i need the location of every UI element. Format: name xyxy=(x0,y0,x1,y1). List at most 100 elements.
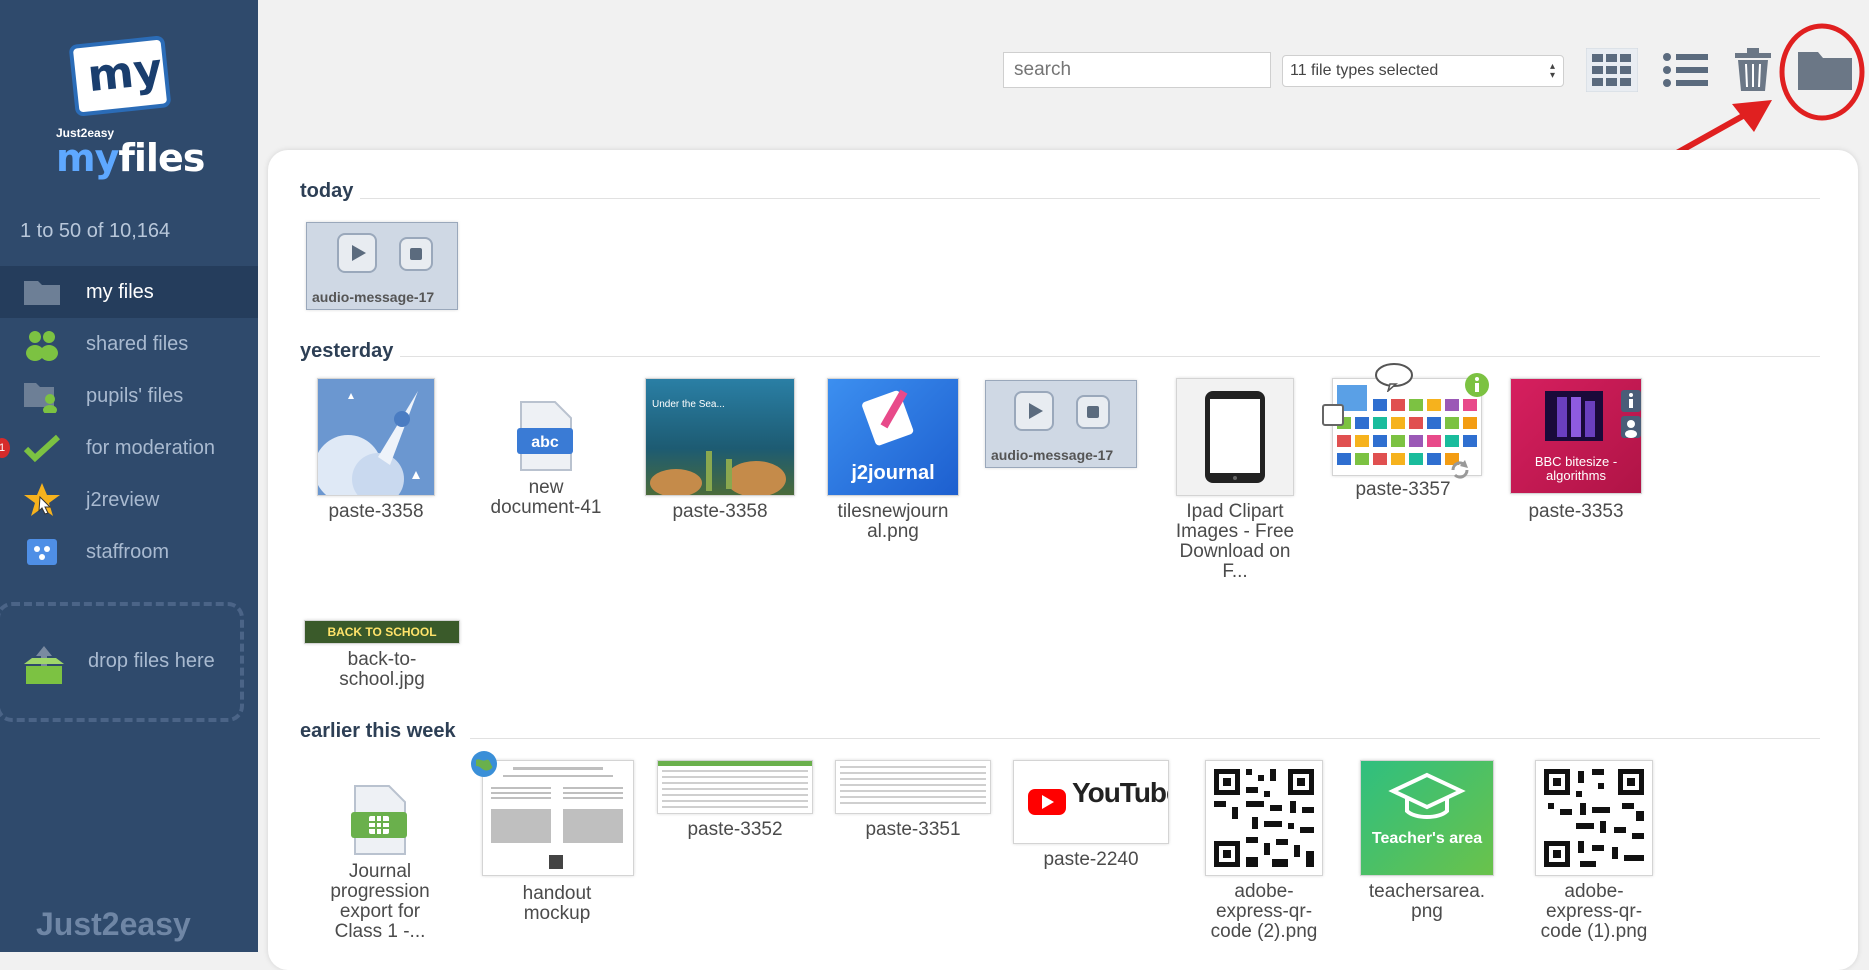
file-item[interactable]: Teacher's area teachersarea. png xyxy=(1352,760,1502,922)
file-name-line: png xyxy=(1411,901,1443,922)
file-name: paste-3358 xyxy=(672,501,768,522)
file-name: paste-2240 xyxy=(1043,849,1139,870)
handout-thumbnail xyxy=(482,760,634,876)
file-name: paste-3351 xyxy=(865,819,961,840)
shared-users-icon[interactable] xyxy=(1621,416,1641,443)
file-name: paste-3353 xyxy=(1528,501,1624,522)
file-name: handout mockup xyxy=(480,884,634,924)
file-item[interactable]: handout mockup xyxy=(471,751,634,924)
play-icon xyxy=(1014,391,1054,431)
file-name: audio-message-17 xyxy=(312,289,435,305)
file-name: Journal progression export for Class 1 -... xyxy=(312,862,448,942)
section-divider xyxy=(360,198,1820,199)
back-to-school-thumbnail: BACK TO SCHOOL xyxy=(304,620,460,644)
export-document-icon xyxy=(347,784,413,856)
file-name-line: code (1).png xyxy=(1540,921,1648,942)
file-name-line: Ipad Clipart xyxy=(1186,501,1284,522)
file-name: adobe-express-qr-code (1).png xyxy=(1526,882,1662,942)
underwater-thumbnail: Under the Sea... xyxy=(645,378,795,496)
file-item[interactable]: Under the Sea... paste-3358 xyxy=(644,378,796,522)
file-item[interactable]: paste-3358 xyxy=(310,378,442,522)
doc-badge-text: abc xyxy=(531,434,559,451)
audio-thumbnail: audio-message-17 xyxy=(985,380,1137,468)
refresh-icon[interactable] xyxy=(1448,458,1472,487)
section-divider xyxy=(400,356,1820,357)
file-name-line: progression xyxy=(330,881,430,902)
section-yesterday: yesterday xyxy=(300,340,394,362)
info-icon[interactable] xyxy=(1464,372,1490,403)
file-item[interactable]: j2journal tilesnewjourn al.png xyxy=(818,378,968,542)
youtube-thumbnail: YouTube xyxy=(1013,760,1169,844)
file-name: paste-3352 xyxy=(687,819,783,840)
file-name: paste-3358 xyxy=(328,501,424,522)
file-name: adobe-express-qr-code (2).png xyxy=(1196,882,1332,942)
file-thumb-wrapper xyxy=(471,751,634,878)
file-name-line: express-qr- xyxy=(1215,901,1313,922)
file-thumb-wrapper xyxy=(1322,362,1489,479)
globe-icon[interactable] xyxy=(470,750,498,783)
file-name-line: new xyxy=(528,477,564,498)
stop-icon xyxy=(399,237,433,271)
file-name-line: adobe- xyxy=(1234,881,1294,902)
teachers-area-thumbnail: Teacher's area xyxy=(1360,760,1494,876)
file-name-line: al.png xyxy=(867,521,919,542)
thumbnail-caption: YouTube xyxy=(1072,777,1168,808)
info-icon[interactable] xyxy=(1621,390,1641,417)
file-name-line: F... xyxy=(1222,561,1248,582)
qr-code-thumbnail xyxy=(1205,760,1323,876)
file-name-line: tilesnewjourn xyxy=(837,501,949,522)
file-name-line: mockup xyxy=(523,903,591,924)
play-icon xyxy=(337,233,377,273)
file-name-line: Images - Free xyxy=(1175,521,1295,542)
file-item[interactable]: paste-3351 xyxy=(834,760,992,840)
file-item[interactable]: adobe-express-qr-code (2).png xyxy=(1196,760,1332,942)
file-item[interactable]: audio-message-17 xyxy=(984,380,1138,468)
file-item[interactable]: paste-3352 xyxy=(656,760,814,840)
comment-bubble-icon[interactable] xyxy=(1374,362,1414,397)
file-name-line: teachersarea. xyxy=(1368,881,1486,902)
file-name-line: Download on xyxy=(1179,541,1291,562)
qr-code-graphic xyxy=(1214,769,1314,867)
rocket-thumbnail xyxy=(317,378,435,496)
thumbnail-caption: j2journal xyxy=(851,462,935,484)
section-divider xyxy=(470,738,1820,739)
file-thumb-wrapper: BBC bitesize - algorithms xyxy=(1509,378,1643,496)
file-item[interactable]: audio-message-17 xyxy=(306,222,458,310)
file-item[interactable]: BBC bitesize - algorithms paste-3353 xyxy=(1508,378,1644,522)
file-item[interactable]: paste-3357 xyxy=(1320,362,1489,500)
file-item[interactable]: Journal progression export for Class 1 -... xyxy=(312,784,448,942)
j2journal-thumbnail: j2journal xyxy=(827,378,959,496)
audio-thumbnail: audio-message-17 xyxy=(306,222,458,310)
file-name: new document-41 xyxy=(476,478,616,518)
file-name: audio-message-17 xyxy=(991,447,1114,463)
file-item[interactable]: abc new document-41 xyxy=(476,400,616,518)
qr-code-graphic xyxy=(1544,769,1644,867)
file-item[interactable]: Ipad Clipart Images - Free Download on F... xyxy=(1160,378,1310,582)
file-item[interactable]: YouTube paste-2240 xyxy=(1012,760,1170,870)
file-name-line: school.jpg xyxy=(339,669,425,690)
select-checkbox[interactable] xyxy=(1322,404,1344,426)
document-icon: abc xyxy=(513,400,579,472)
file-item[interactable]: adobe-express-qr-code (1).png xyxy=(1526,760,1662,942)
file-name: Ipad Clipart Images - Free Download on F... xyxy=(1160,502,1310,582)
file-name: teachersarea. png xyxy=(1352,882,1502,922)
file-name-line: document-41 xyxy=(490,497,602,518)
file-name-line: Class 1 -... xyxy=(334,921,426,942)
file-name-line: handout xyxy=(522,883,592,904)
file-name: tilesnewjourn al.png xyxy=(818,502,968,542)
stop-icon xyxy=(1076,395,1110,429)
file-name-line: code (2).png xyxy=(1210,921,1318,942)
section-today: today xyxy=(300,180,354,202)
file-name-line: export for xyxy=(339,901,421,922)
ipad-thumbnail xyxy=(1176,378,1294,496)
file-name: back-to-school.jpg xyxy=(304,650,460,690)
section-earlier-this-week: earlier this week xyxy=(300,720,456,742)
thumbnail-caption: BACK TO SCHOOL xyxy=(327,625,437,639)
file-item[interactable]: BACK TO SCHOOL back-to-school.jpg xyxy=(304,620,460,690)
qr-code-thumbnail xyxy=(1535,760,1653,876)
file-name-line: express-qr- xyxy=(1545,901,1643,922)
thumbnail-caption: BBC bitesize - algorithms xyxy=(1534,454,1618,483)
file-name-line: adobe- xyxy=(1564,881,1624,902)
spreadsheet-thumbnail xyxy=(657,760,813,814)
spreadsheet-thumbnail xyxy=(835,760,991,814)
